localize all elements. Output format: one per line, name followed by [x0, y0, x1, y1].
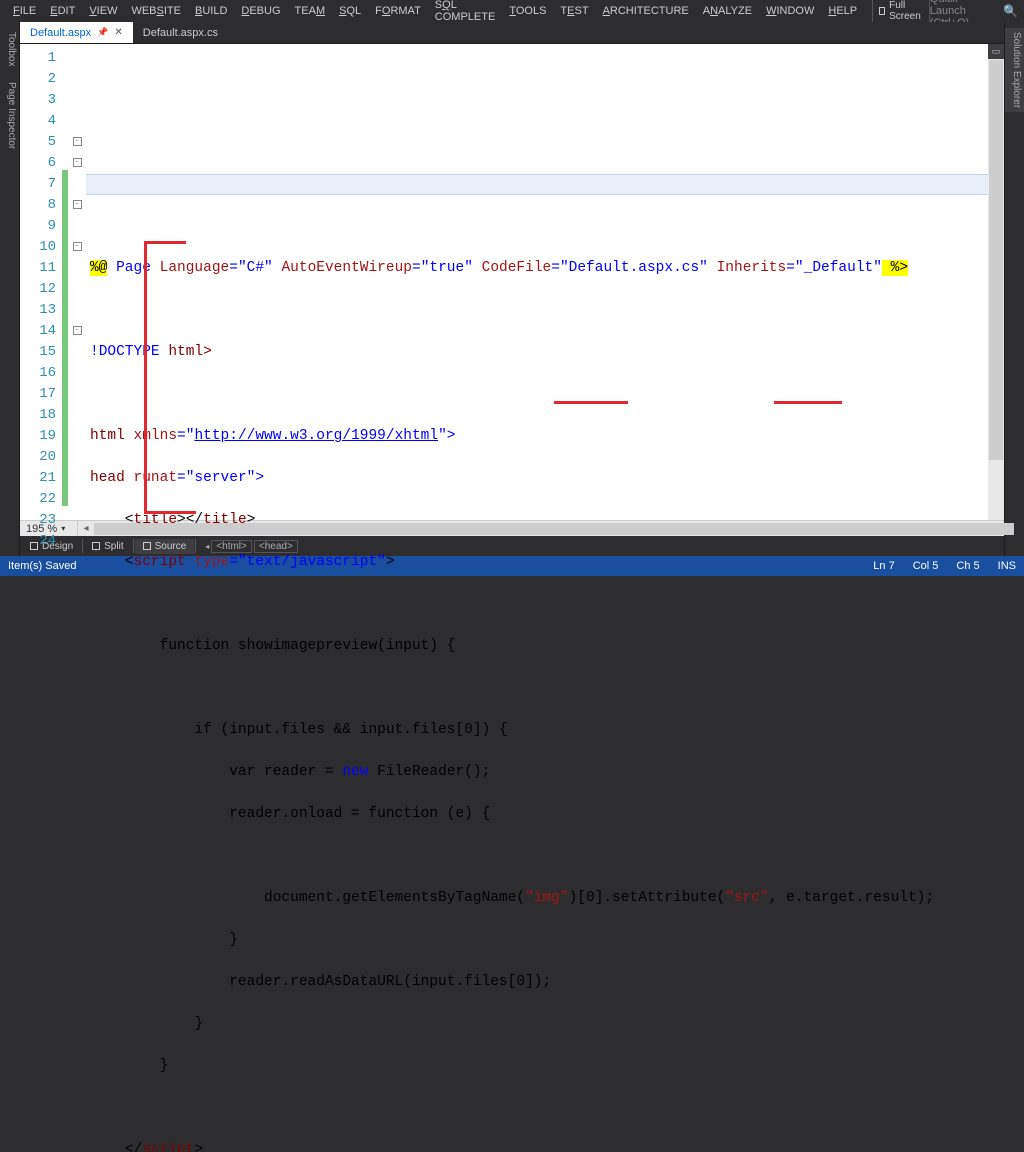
annotation-underline-img	[554, 401, 628, 404]
right-tool-strip: Solution Explorer	[1004, 22, 1024, 556]
vertical-scrollbar[interactable]: ▭	[988, 44, 1004, 520]
close-icon[interactable]: ✕	[114, 27, 122, 38]
design-icon	[30, 542, 38, 550]
menu-analyze[interactable]: ANALYZE	[696, 2, 759, 20]
fullscreen-icon	[879, 7, 885, 15]
toolbox-tab[interactable]: Toolbox	[0, 28, 19, 70]
menu-window[interactable]: WINDOW	[759, 2, 821, 20]
annotation-bracket	[144, 241, 147, 511]
annotation-bottom	[144, 511, 196, 514]
annotation-top	[144, 241, 186, 244]
tab-default-aspx[interactable]: Default.aspx 📌 ✕	[20, 22, 133, 43]
menu-tools[interactable]: TOOLS	[502, 2, 553, 20]
menu-view[interactable]: VIEW	[82, 2, 124, 20]
search-icon[interactable]: 🔍	[1003, 4, 1018, 18]
menu-architecture[interactable]: ARCHITECTURE	[596, 2, 696, 20]
annotation-underline-src	[774, 401, 842, 404]
status-ins: INS	[998, 560, 1016, 572]
fullscreen-label: Full Screen	[889, 0, 923, 22]
fold-gutter: - - - - -	[68, 44, 86, 520]
menu-sql[interactable]: SQL	[332, 2, 368, 20]
status-message: Item(s) Saved	[8, 560, 76, 572]
scrollbar-thumb[interactable]	[989, 60, 1003, 460]
current-line-highlight	[86, 174, 988, 195]
menubar: FILE EDIT VIEW WEBSITE BUILD DEBUG TEAM …	[0, 0, 1024, 22]
fullscreen-button[interactable]: Full Screen	[872, 0, 930, 24]
line-number-gutter: 123456789101112131415161718192021222324	[20, 44, 62, 520]
tab-label: Default.aspx	[30, 27, 91, 39]
code-editor[interactable]: 123456789101112131415161718192021222324 …	[20, 44, 1004, 520]
pin-icon[interactable]: 📌	[97, 27, 108, 38]
menu-team[interactable]: TEAM	[288, 2, 333, 20]
menu-file[interactable]: FILE	[6, 2, 43, 20]
menu-website[interactable]: WEBSITE	[124, 2, 188, 20]
left-tool-strip: Toolbox Page Inspector	[0, 22, 20, 556]
tab-default-aspx-cs[interactable]: Default.aspx.cs	[133, 22, 228, 43]
menu-help[interactable]: HELP	[821, 2, 864, 20]
menu-debug[interactable]: DEBUG	[234, 2, 287, 20]
solution-explorer-tab[interactable]: Solution Explorer	[1005, 28, 1024, 112]
menu-build[interactable]: BUILD	[188, 2, 234, 20]
split-box-icon[interactable]: ▭	[988, 44, 1004, 59]
menu-format[interactable]: FORMAT	[368, 2, 428, 20]
code-content[interactable]: %@ Page Language="C#" AutoEventWireup="t…	[86, 44, 988, 520]
page-inspector-tab[interactable]: Page Inspector	[0, 78, 19, 153]
tab-label: Default.aspx.cs	[143, 27, 218, 39]
menu-edit[interactable]: EDIT	[43, 2, 82, 20]
menu-test[interactable]: TEST	[553, 2, 595, 20]
document-tabs: Default.aspx 📌 ✕ Default.aspx.cs	[20, 22, 1004, 44]
